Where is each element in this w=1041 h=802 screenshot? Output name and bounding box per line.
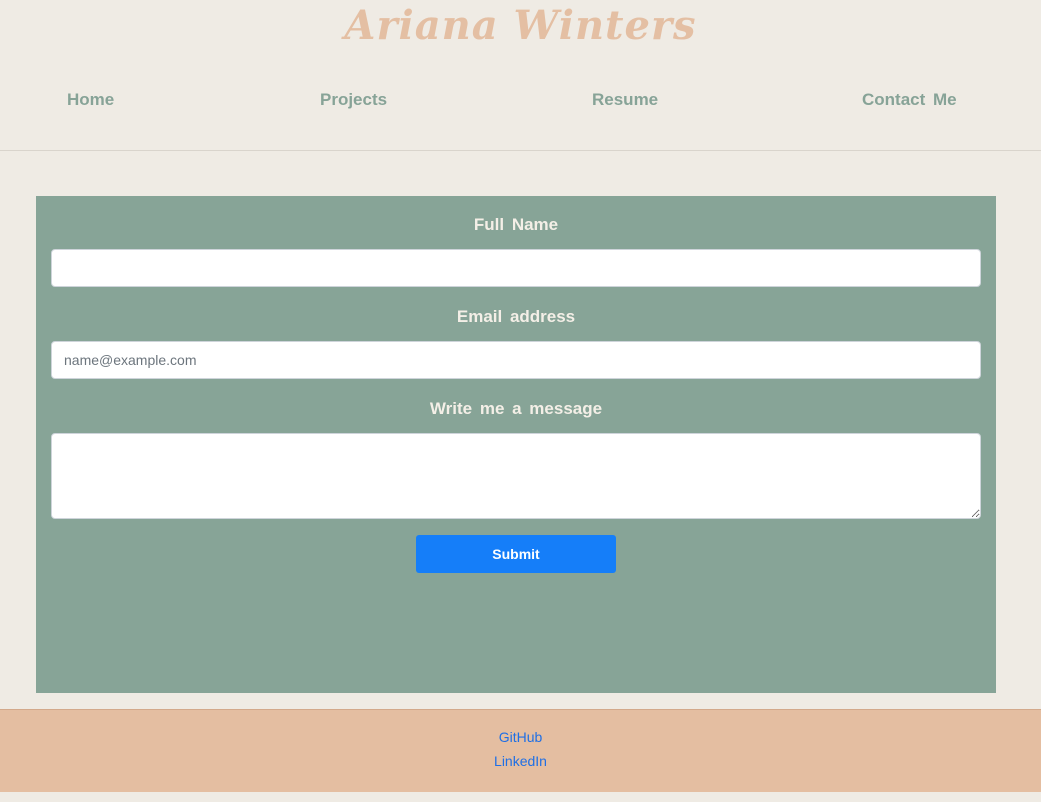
contact-form: Full Name Email address Write me a messa… bbox=[36, 196, 996, 693]
linkedin-link[interactable]: LinkedIn bbox=[0, 753, 1041, 769]
site-title: Ariana Winters bbox=[344, 2, 697, 49]
nav-contact-link[interactable]: Contact Me bbox=[862, 90, 957, 110]
submit-button[interactable]: Submit bbox=[416, 535, 616, 573]
message-label: Write me a message bbox=[429, 399, 603, 418]
full-name-label: Full Name bbox=[473, 215, 559, 234]
footer: GitHub LinkedIn bbox=[0, 709, 1041, 792]
email-label: Email address bbox=[456, 307, 576, 326]
github-link[interactable]: GitHub bbox=[0, 729, 1041, 745]
nav-projects-link[interactable]: Projects bbox=[320, 90, 387, 110]
message-textarea[interactable] bbox=[51, 433, 981, 519]
nav-home-link[interactable]: Home bbox=[67, 90, 114, 110]
header-divider bbox=[0, 150, 1041, 151]
nav-resume-link[interactable]: Resume bbox=[592, 90, 658, 110]
email-input[interactable] bbox=[51, 341, 981, 379]
full-name-input[interactable] bbox=[51, 249, 981, 287]
